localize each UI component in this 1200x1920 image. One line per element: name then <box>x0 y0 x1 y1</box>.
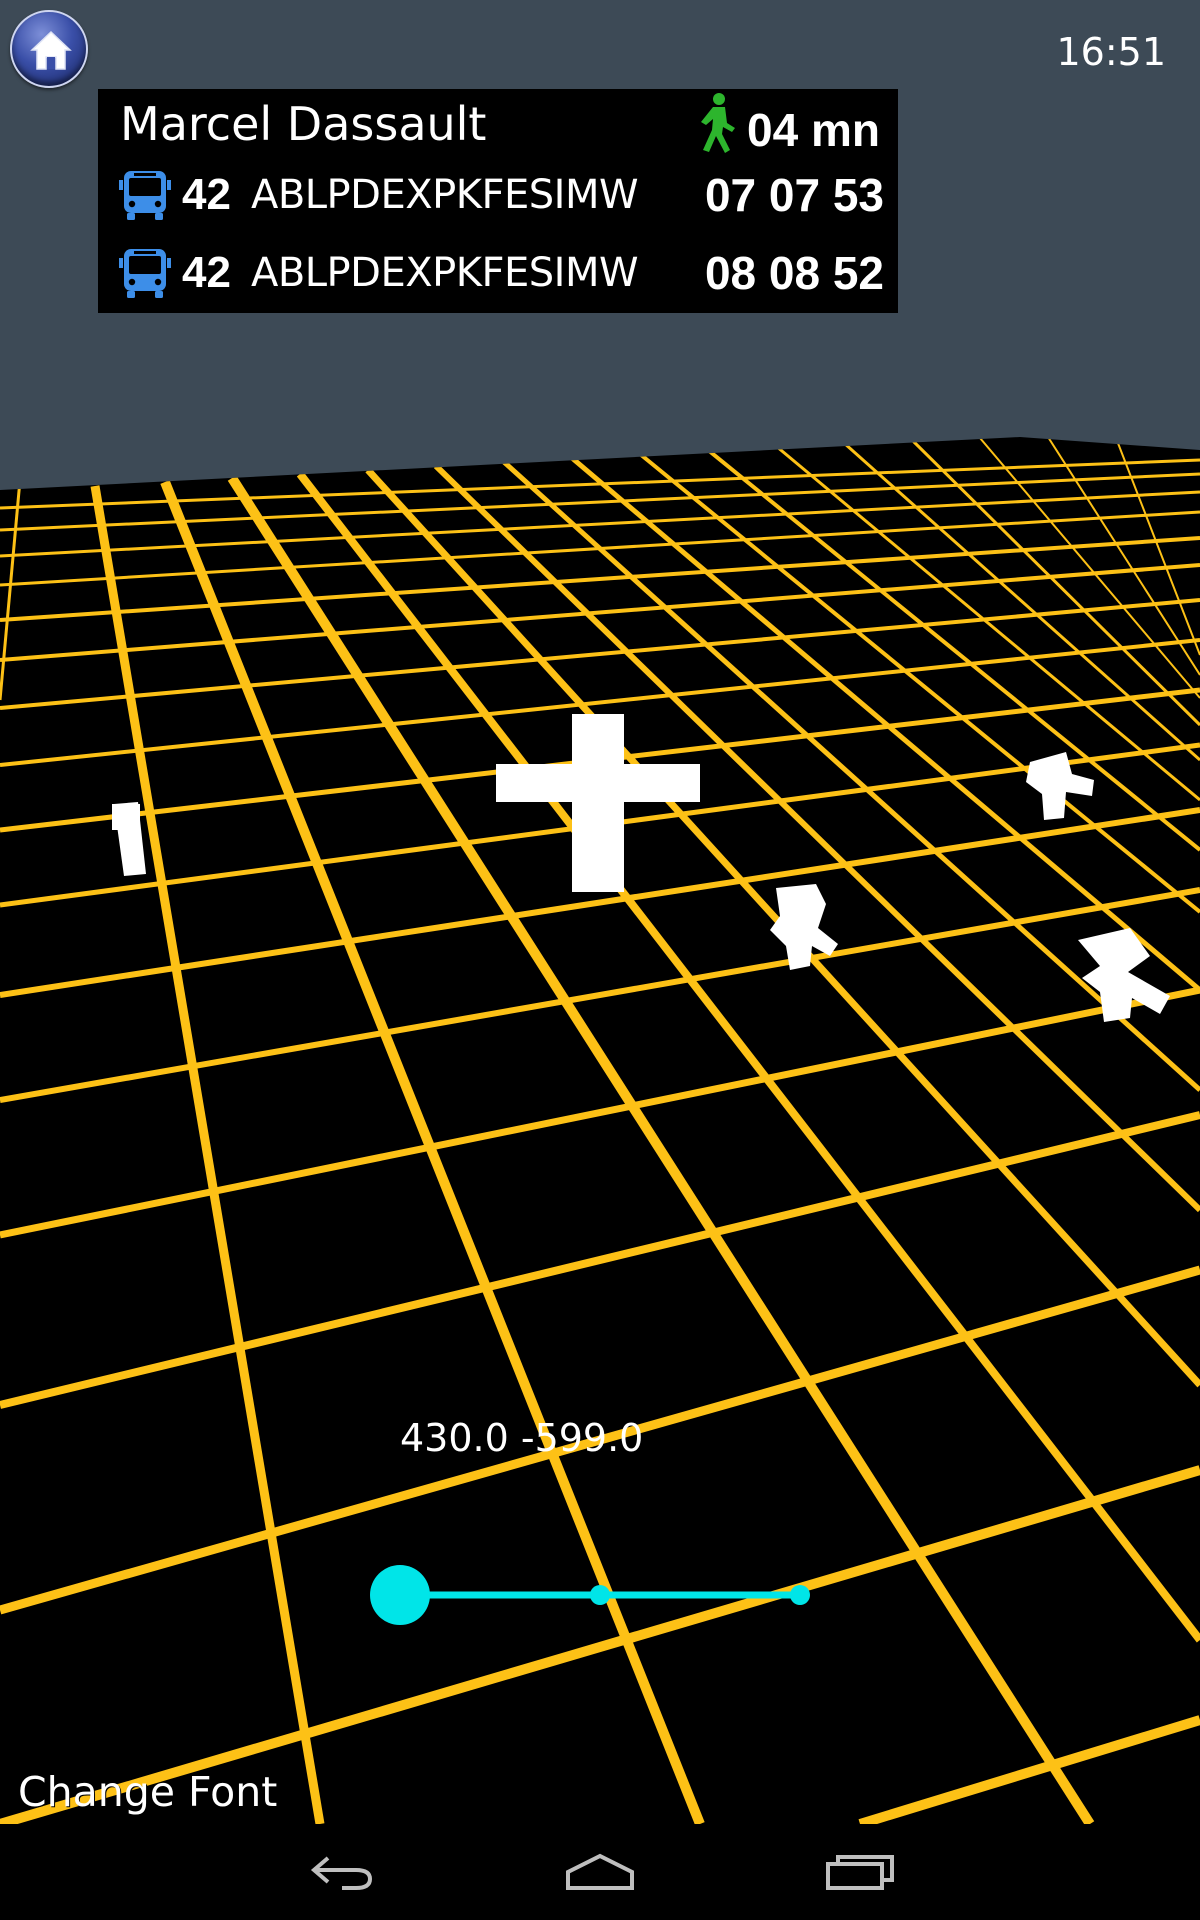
status-clock: 16:51 <box>1056 30 1166 74</box>
route-number: 42 <box>182 170 231 219</box>
departure-row: 42 ABLPDEXPKFESIMW 07 07 53 <box>118 163 884 227</box>
slider-thumb[interactable] <box>370 1565 430 1625</box>
change-font-button[interactable]: Change Font <box>18 1768 277 1816</box>
bus-icon <box>119 249 171 298</box>
stop-name: Marcel Dassault <box>120 97 487 151</box>
recent-apps-button[interactable] <box>800 1838 920 1906</box>
home-outline-icon <box>566 1853 634 1890</box>
home-icon <box>30 30 72 70</box>
departure-time: 07 07 53 <box>704 169 884 221</box>
home-button[interactable] <box>10 10 88 88</box>
pedestrian-icon <box>701 93 736 153</box>
screen: 16:51 Marcel Dassault 04 mn 42 ABLPDEXPK… <box>0 0 1200 1920</box>
slider-tick-middle[interactable] <box>590 1585 610 1605</box>
navigation-bar <box>0 1824 1200 1920</box>
coordinates-readout: 430.0 -599.0 <box>400 1416 644 1460</box>
back-icon <box>310 1856 373 1890</box>
walk-time-group: 04 mn <box>695 91 880 156</box>
back-button[interactable] <box>282 1838 402 1906</box>
departure-time: 08 08 52 <box>704 247 884 299</box>
walk-time: 04 mn <box>747 104 880 156</box>
bus-icon <box>119 171 171 220</box>
slider-tick-end[interactable] <box>790 1585 810 1605</box>
departure-row: 42 ABLPDEXPKFESIMW 08 08 52 <box>118 241 884 305</box>
recent-apps-icon <box>826 1855 894 1890</box>
destination: ABLPDEXPKFESIMW <box>250 172 639 218</box>
home-nav-button[interactable] <box>540 1838 660 1906</box>
stop-info-panel: Marcel Dassault 04 mn 42 ABLPDEXPKFESIMW… <box>98 89 898 313</box>
destination: ABLPDEXPKFESIMW <box>250 250 639 296</box>
route-number: 42 <box>182 248 231 297</box>
